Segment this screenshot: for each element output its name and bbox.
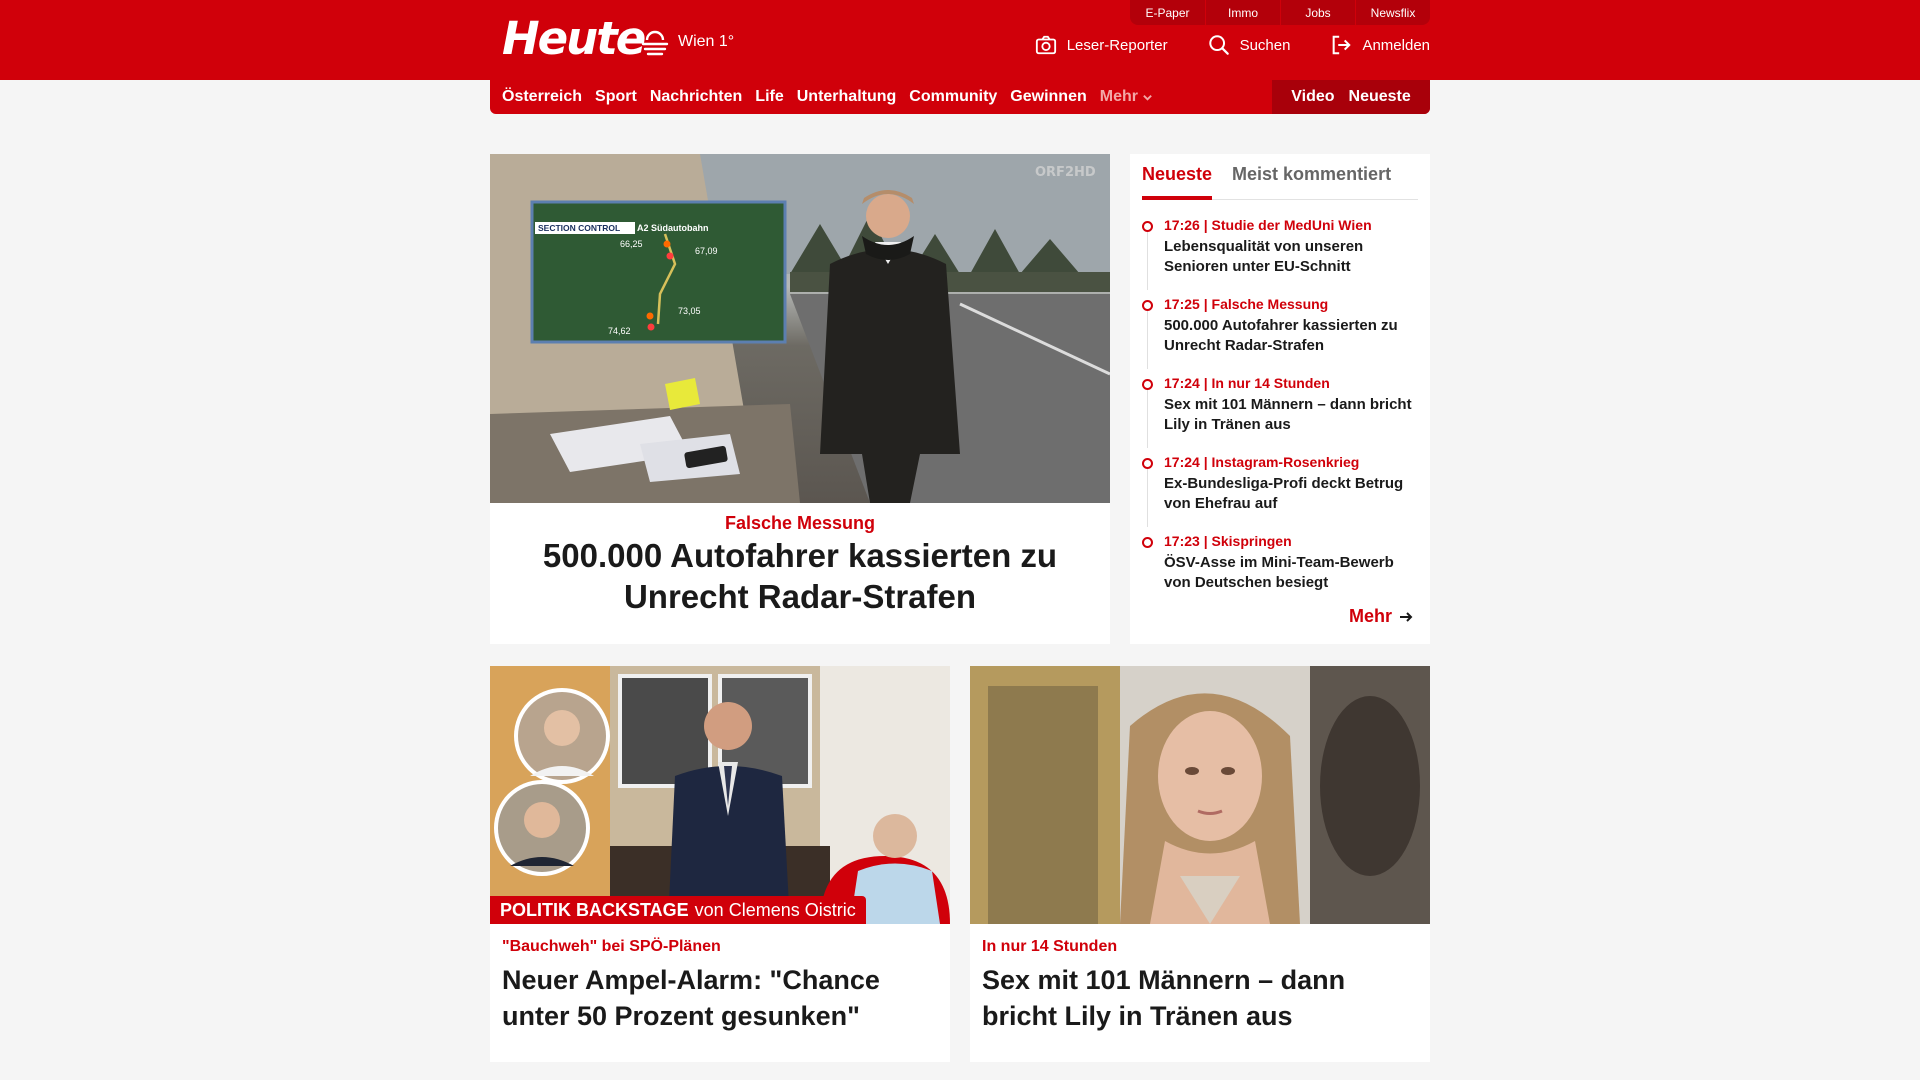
map-km-4: 74,62 — [608, 326, 631, 336]
card-title[interactable]: Neuer Ampel-Alarm: "Chance unter 50 Proz… — [502, 962, 942, 1034]
login-icon — [1333, 35, 1352, 55]
hero-kicker[interactable]: Falsche Messung — [490, 513, 1110, 534]
service-tab-immo[interactable]: Immo — [1205, 0, 1280, 25]
list-item[interactable]: 17:24 | Instagram-Rosenkrieg Ex-Bundesli… — [1142, 453, 1422, 532]
orf-watermark: ORF2HD — [1035, 165, 1096, 180]
item-topic: Skispringen — [1211, 533, 1292, 549]
map-km-3: 73,05 — [678, 306, 701, 316]
nav-item-unterhaltung[interactable]: Unterhaltung — [797, 88, 897, 106]
service-tab-jobs[interactable]: Jobs — [1280, 0, 1355, 25]
item-headline: Sex mit 101 Männern – dann bricht Lily i… — [1164, 396, 1412, 433]
item-time: 17:26 — [1164, 217, 1200, 233]
nav-item-gewinnen[interactable]: Gewinnen — [1010, 88, 1086, 106]
item-time: 17:25 — [1164, 296, 1200, 312]
leser-reporter-button[interactable]: Leser-Reporter — [1035, 34, 1168, 56]
hero-title[interactable]: 500.000 Autofahrer kassierten zu Unrecht… — [520, 535, 1080, 617]
site-logo[interactable]: Heute — [502, 12, 646, 65]
camera-icon — [1035, 35, 1056, 55]
top-header: Heute Wien 1° E-Paper Immo Jobs Newsflix… — [0, 0, 1920, 80]
news-sidebar: Neueste Meist kommentiert 17:26 | Studie… — [1130, 154, 1430, 644]
nav-right-group: Video Neueste — [1272, 80, 1430, 114]
list-item[interactable]: 17:24 | In nur 14 Stunden Sex mit 101 Mä… — [1142, 374, 1422, 453]
item-topic: Instagram-Rosenkrieg — [1211, 454, 1360, 470]
service-tab-epaper[interactable]: E-Paper — [1130, 0, 1205, 25]
article-image[interactable] — [970, 666, 1430, 924]
article-card-politik[interactable]: POLITIK BACKSTAGE von Clemens Oistric "B… — [490, 666, 950, 1062]
item-headline: Ex-Bundesliga-Profi deckt Betrug von Ehe… — [1164, 475, 1404, 512]
article-card-lily[interactable]: In nur 14 Stunden Sex mit 101 Männern – … — [970, 666, 1430, 1062]
item-headline: 500.000 Autofahrer kassierten zu Unrecht… — [1164, 317, 1398, 354]
nav-item-sport[interactable]: Sport — [595, 88, 637, 106]
nav-item-community[interactable]: Community — [909, 88, 997, 106]
service-tab-newsflix[interactable]: Newsflix — [1355, 0, 1430, 25]
sidebar-more-link[interactable]: Mehr — [1349, 606, 1414, 627]
item-headline: Lebensqualität von unseren Senioren unte… — [1164, 238, 1364, 275]
nav-more-dropdown[interactable]: Mehr — [1100, 88, 1153, 106]
tab-neueste[interactable]: Neueste — [1142, 154, 1213, 200]
item-time: 17:24 — [1164, 375, 1200, 391]
login-label: Anmelden — [1362, 36, 1430, 54]
timeline-dot-icon — [1142, 458, 1153, 469]
leser-reporter-label: Leser-Reporter — [1066, 36, 1168, 54]
hero-article[interactable]: SECTION CONTROL A2 Südautobahn 66,25 67,… — [490, 154, 1110, 644]
sidebar-more-label: Mehr — [1348, 606, 1392, 626]
politik-backstage-label: POLITIK BACKSTAGE von Clemens Oistric — [490, 896, 866, 924]
nav-more-label: Mehr — [1099, 88, 1138, 105]
timeline-dot-icon — [1142, 537, 1153, 548]
nav-item-oesterreich[interactable]: Österreich — [502, 88, 582, 106]
map-km-1: 66,25 — [620, 239, 643, 249]
timeline-line — [1147, 311, 1148, 369]
nav-item-life[interactable]: Life — [755, 88, 783, 106]
service-tabs: E-Paper Immo Jobs Newsflix — [1130, 0, 1430, 25]
tab-meist-kommentiert[interactable]: Meist kommentiert — [1232, 154, 1391, 200]
sidebar-tabs: Neueste Meist kommentiert — [1142, 154, 1418, 200]
item-topic: Falsche Messung — [1211, 296, 1329, 312]
search-icon — [1208, 35, 1229, 55]
map-road-label: A2 Südautobahn — [637, 223, 709, 233]
politik-image-graphic — [490, 666, 950, 924]
politik-label-author: von Clemens Oistric — [694, 899, 856, 920]
item-headline: ÖSV-Asse im Mini-Team-Bewerb von Deutsch… — [1164, 554, 1394, 591]
weather-text: Wien 1° — [678, 33, 735, 50]
card-kicker: "Bauchweh" bei SPÖ-Plänen — [502, 938, 721, 955]
header-actions: Leser-Reporter Suchen Anmelden — [1035, 34, 1430, 56]
sidebar-list: 17:26 | Studie der MedUni Wien Lebensqua… — [1142, 216, 1422, 611]
nav-item-video[interactable]: Video — [1291, 88, 1334, 106]
item-time: 17:24 — [1164, 454, 1200, 470]
timeline-line — [1147, 232, 1148, 290]
item-topic: In nur 14 Stunden — [1211, 375, 1330, 391]
arrow-right-icon — [1400, 611, 1413, 622]
timeline-dot-icon — [1142, 379, 1153, 390]
lily-image-graphic — [970, 666, 1430, 924]
search-button[interactable]: Suchen — [1208, 34, 1291, 56]
article-image[interactable]: POLITIK BACKSTAGE von Clemens Oistric — [490, 666, 950, 924]
item-topic: Studie der MedUni Wien — [1211, 217, 1372, 233]
timeline-dot-icon — [1142, 300, 1153, 311]
politik-label-bold: POLITIK BACKSTAGE — [500, 899, 689, 920]
list-item[interactable]: 17:23 | Skispringen ÖSV-Asse im Mini-Tea… — [1142, 532, 1422, 611]
card-title[interactable]: Sex mit 101 Männern – dann bricht Lily i… — [982, 962, 1422, 1034]
timeline-dot-icon — [1142, 221, 1153, 232]
timeline-line — [1147, 469, 1148, 527]
login-button[interactable]: Anmelden — [1330, 34, 1430, 56]
hero-image[interactable]: SECTION CONTROL A2 Südautobahn 66,25 67,… — [490, 154, 1110, 503]
main-navigation: Österreich Sport Nachrichten Life Unterh… — [490, 80, 1430, 114]
chevron-down-icon — [1143, 94, 1152, 101]
card-kicker: In nur 14 Stunden — [982, 938, 1118, 955]
weather-cloud-icon — [641, 30, 669, 56]
hero-image-graphic: SECTION CONTROL A2 Südautobahn 66,25 67,… — [490, 154, 1110, 503]
timeline-line — [1147, 390, 1148, 448]
search-label: Suchen — [1239, 36, 1291, 54]
map-km-2: 67,09 — [695, 246, 718, 256]
map-section-label: SECTION CONTROL — [538, 223, 620, 233]
list-item[interactable]: 17:26 | Studie der MedUni Wien Lebensqua… — [1142, 216, 1422, 295]
weather-widget[interactable]: Wien 1° — [640, 26, 734, 58]
nav-item-neueste[interactable]: Neueste — [1349, 88, 1411, 106]
list-item[interactable]: 17:25 | Falsche Messung 500.000 Autofahr… — [1142, 295, 1422, 374]
nav-item-nachrichten[interactable]: Nachrichten — [650, 88, 742, 106]
item-time: 17:23 — [1164, 533, 1200, 549]
